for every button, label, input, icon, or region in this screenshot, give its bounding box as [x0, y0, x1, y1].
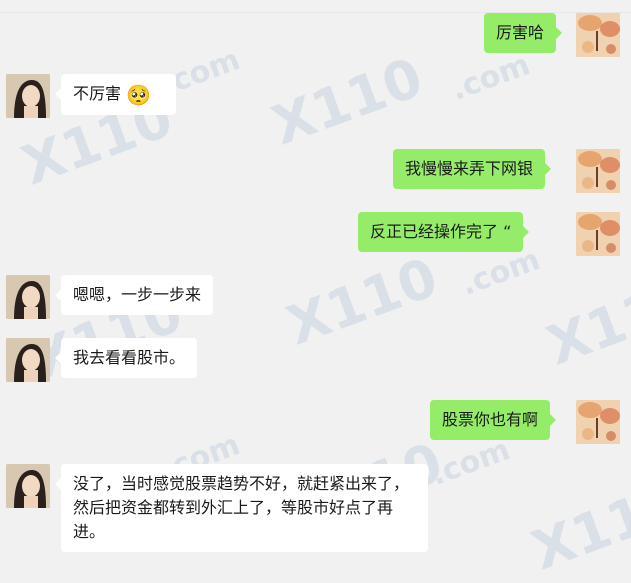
message-text: 嗯嗯，一步一步来	[73, 285, 202, 304]
woman-portrait-avatar-icon	[6, 74, 50, 118]
woman-portrait-avatar-icon	[6, 338, 50, 382]
contact-avatar-other[interactable]	[6, 464, 50, 508]
message-text: 不厉害	[73, 84, 122, 103]
woman-portrait-avatar-icon	[6, 275, 50, 319]
message-text: 厉害哈	[496, 23, 545, 42]
autumn-landscape-avatar-icon	[576, 400, 620, 444]
watermark-logo: X110	[278, 245, 446, 358]
message-text: 没了，当时感觉股票趋势不好，就赶紧出来了，然后把资金都转到外汇上了，等股市好点了…	[73, 474, 410, 541]
watermark-logo: X110	[538, 265, 631, 378]
autumn-landscape-avatar-icon	[576, 13, 620, 57]
message-bubble[interactable]: 反正已经操作完了 “	[358, 212, 530, 252]
message-text: 反正已经操作完了 “	[370, 222, 512, 241]
contact-avatar-self[interactable]	[576, 13, 620, 57]
message-bubble[interactable]: 厉害哈	[484, 13, 563, 53]
contact-avatar-self[interactable]	[576, 149, 620, 193]
pleading-face-emoji-icon: 🥺	[126, 82, 152, 107]
message-bubble[interactable]: 嗯嗯，一步一步来	[54, 275, 214, 315]
message-text: 股票你也有啊	[442, 410, 539, 429]
watermark-logo: X110	[523, 470, 631, 583]
contact-avatar-other[interactable]	[6, 338, 50, 382]
message-bubble[interactable]: 我慢慢来弄下网银	[393, 149, 552, 189]
watermark-domain: .com	[446, 47, 535, 108]
contact-avatar-self[interactable]	[576, 400, 620, 444]
watermark-logo: X110	[263, 45, 431, 158]
contact-avatar-other[interactable]	[6, 275, 50, 319]
autumn-landscape-avatar-icon	[576, 149, 620, 193]
message-bubble[interactable]: 不厉害 🥺	[55, 74, 176, 115]
contact-avatar-other[interactable]	[6, 74, 50, 118]
top-border	[0, 0, 631, 13]
autumn-landscape-avatar-icon	[576, 212, 620, 256]
message-text: 我去看看股市。	[73, 348, 186, 367]
message-bubble[interactable]: 股票你也有啊	[430, 400, 557, 440]
message-text: 我慢慢来弄下网银	[405, 159, 534, 178]
contact-avatar-self[interactable]	[576, 212, 620, 256]
woman-portrait-avatar-icon	[6, 464, 50, 508]
message-bubble[interactable]: 我去看看股市。	[54, 338, 198, 378]
message-bubble[interactable]: 没了，当时感觉股票趋势不好，就赶紧出来了，然后把资金都转到外汇上了，等股市好点了…	[55, 464, 428, 552]
watermark-domain: .com	[426, 432, 515, 493]
